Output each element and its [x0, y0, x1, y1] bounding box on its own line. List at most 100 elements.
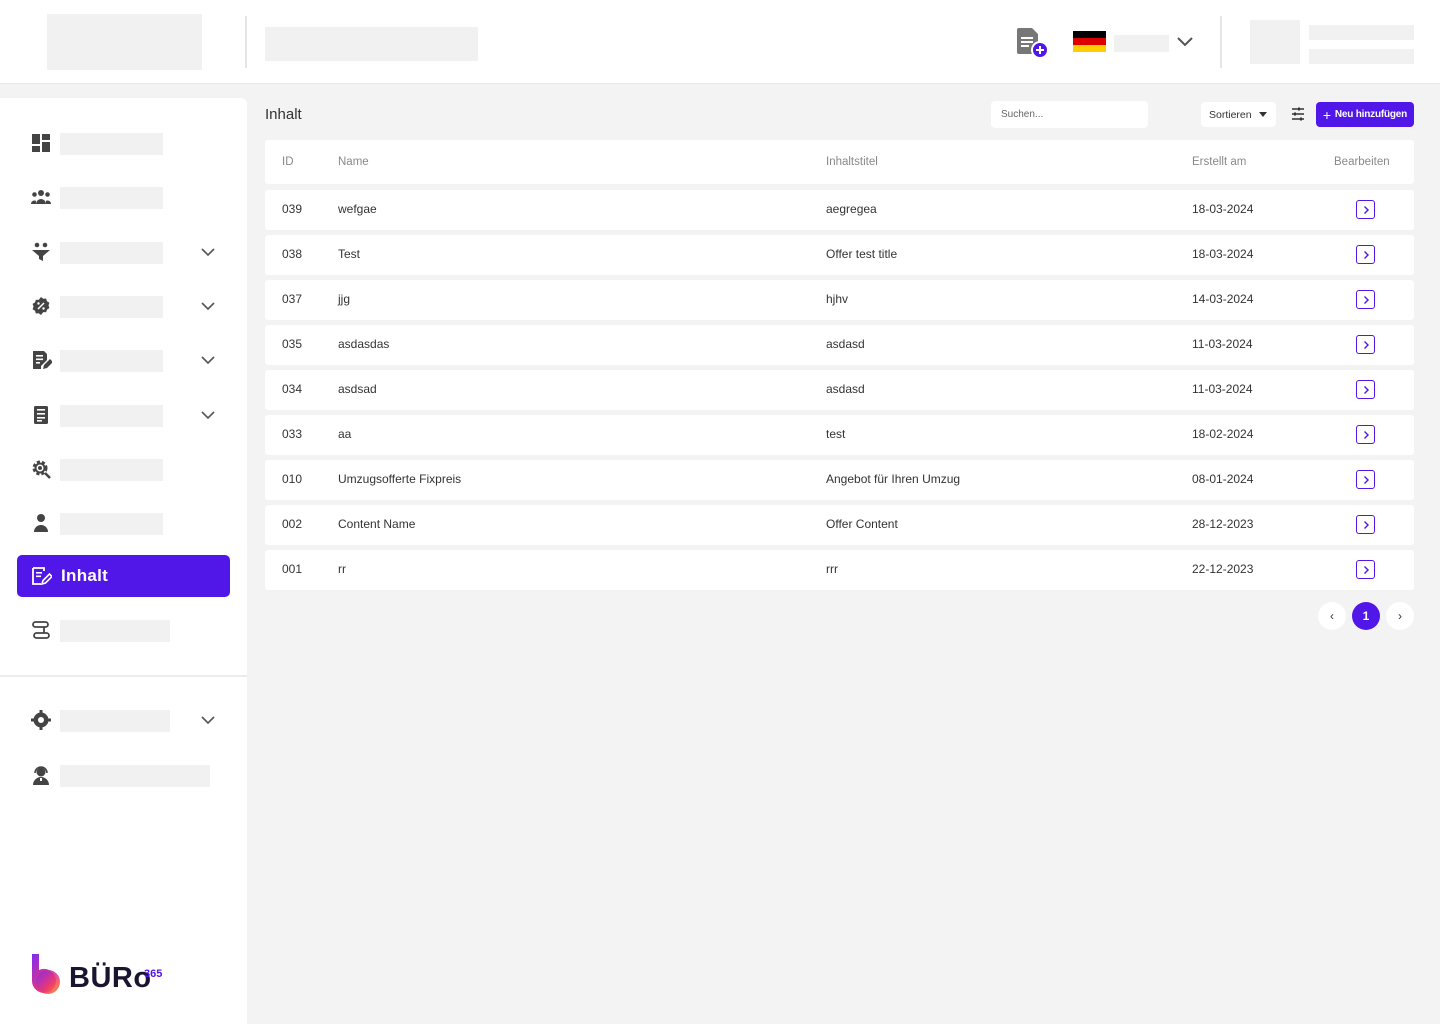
settings-gear-icon — [30, 709, 52, 731]
cell-content-title: rrr — [826, 562, 838, 576]
sidebar-item-users[interactable] — [17, 176, 230, 218]
sidebar: Inhalt BÜRo 365 — [0, 98, 247, 1024]
flag-germany-icon[interactable] — [1073, 31, 1106, 52]
chevron-down-icon[interactable] — [1175, 33, 1195, 51]
funnel-people-icon — [30, 241, 52, 263]
cell-content-title: Offer test title — [826, 247, 898, 261]
header-divider — [245, 16, 247, 68]
table-row: 001 rr rrr 22-12-2023 — [265, 550, 1414, 590]
sidebar-item-routes[interactable] — [17, 609, 230, 651]
sidebar-item-label: Inhalt — [61, 566, 109, 585]
brand-mark-icon — [32, 954, 60, 994]
sidebar-item-profile[interactable] — [17, 502, 230, 544]
edit-chevron-right-icon[interactable] — [1356, 425, 1375, 444]
edit-chevron-right-icon[interactable] — [1356, 200, 1375, 219]
sidebar-item-support[interactable] — [17, 754, 230, 796]
edit-chevron-right-icon[interactable] — [1356, 290, 1375, 309]
cell-content-title: test — [826, 427, 846, 441]
header-divider — [1220, 16, 1222, 68]
cell-name: wefgae — [338, 202, 377, 216]
dashboard-icon — [30, 132, 52, 154]
sort-dropdown[interactable]: Sortieren — [1201, 102, 1276, 127]
edit-chevron-right-icon[interactable] — [1356, 380, 1375, 399]
table-row: 039 wefgae aegregea 18-03-2024 — [265, 190, 1414, 230]
edit-chevron-right-icon[interactable] — [1356, 335, 1375, 354]
brand-superscript: 365 — [144, 968, 163, 980]
sidebar-item-leads[interactable] — [17, 231, 230, 273]
invoice-icon — [30, 404, 52, 426]
cell-content-title: hjhv — [826, 292, 849, 306]
cell-name: Test — [338, 247, 361, 261]
table-row: 038 Test Offer test title 18-03-2024 — [265, 235, 1414, 275]
column-header-created: Erstellt am — [1192, 156, 1247, 168]
sidebar-item-dashboard[interactable] — [17, 122, 230, 164]
edit-chevron-right-icon[interactable] — [1356, 515, 1375, 534]
cell-id: 002 — [282, 517, 303, 531]
pagination-prev-button[interactable]: ‹ — [1318, 602, 1346, 630]
table-row: 033 aa test 18-02-2024 — [265, 415, 1414, 455]
cell-id: 035 — [282, 337, 303, 351]
column-header-id: ID — [282, 156, 294, 168]
sidebar-item-label-placeholder — [60, 710, 170, 732]
filter-sliders-icon[interactable] — [1289, 105, 1307, 123]
header-title-placeholder — [265, 27, 478, 61]
support-agent-icon — [30, 764, 52, 786]
add-new-label: Neu hinzufügen — [1334, 109, 1408, 120]
language-label-placeholder — [1114, 35, 1169, 52]
table-row: 002 Content Name Offer Content 28-12-202… — [265, 505, 1414, 545]
cell-created: 14-03-2024 — [1192, 292, 1254, 306]
sidebar-item-settings[interactable] — [17, 699, 230, 741]
logo-placeholder — [47, 14, 202, 70]
avatar[interactable] — [1250, 20, 1300, 64]
gear-search-icon — [30, 458, 52, 480]
sidebar-item-discounts[interactable] — [17, 285, 230, 327]
sidebar-item-label-placeholder — [60, 513, 163, 535]
chevron-down-icon[interactable] — [199, 243, 217, 261]
sidebar-item-inhalt[interactable]: Inhalt — [17, 555, 230, 597]
sort-label: Sortieren — [1209, 108, 1252, 121]
users-group-icon — [30, 186, 52, 208]
table-header: ID Name Inhaltstitel Erstellt am Bearbei… — [265, 140, 1414, 184]
cell-id: 037 — [282, 292, 303, 306]
column-header-name: Name — [338, 156, 369, 168]
table-row: 035 asdasdas asdasd 11-03-2024 — [265, 325, 1414, 365]
brand-logo: BÜRo 365 — [30, 950, 180, 998]
search-input[interactable] — [991, 101, 1148, 128]
sidebar-divider — [0, 675, 247, 677]
chevron-down-icon[interactable] — [199, 711, 217, 729]
table-row: 034 asdsad asdasd 11-03-2024 — [265, 370, 1414, 410]
cell-content-title: Angebot für Ihren Umzug — [826, 472, 961, 486]
sidebar-item-invoices[interactable] — [17, 394, 230, 436]
route-icon — [30, 619, 52, 641]
sidebar-item-label-placeholder — [60, 620, 170, 642]
cell-name: aa — [338, 427, 352, 441]
cell-created: 22-12-2023 — [1192, 562, 1254, 576]
user-name-placeholder — [1309, 25, 1414, 40]
pagination-page-1[interactable]: 1 — [1352, 602, 1380, 630]
cell-content-title: asdasd — [826, 337, 865, 351]
brand-name: BÜRo — [69, 962, 152, 994]
sidebar-item-label-placeholder — [60, 350, 163, 372]
edit-chevron-right-icon[interactable] — [1356, 560, 1375, 579]
cell-created: 18-03-2024 — [1192, 202, 1254, 216]
add-new-button[interactable]: + Neu hinzufügen — [1316, 102, 1414, 127]
edit-chevron-right-icon[interactable] — [1356, 470, 1375, 489]
chevron-down-icon[interactable] — [199, 297, 217, 315]
cell-id: 034 — [282, 382, 303, 396]
document-add-icon[interactable] — [1014, 26, 1050, 60]
pagination-next-button[interactable]: › — [1386, 602, 1414, 630]
cell-name: asdsad — [338, 382, 377, 396]
sidebar-item-offers[interactable] — [17, 339, 230, 381]
cell-name: asdasdas — [338, 337, 390, 351]
chevron-down-icon[interactable] — [199, 406, 217, 424]
edit-chevron-right-icon[interactable] — [1356, 245, 1375, 264]
sidebar-item-services[interactable] — [17, 448, 230, 490]
cell-id: 039 — [282, 202, 303, 216]
top-header — [0, 0, 1440, 84]
chevron-down-icon[interactable] — [199, 351, 217, 369]
cell-created: 08-01-2024 — [1192, 472, 1254, 486]
sidebar-item-label-placeholder — [60, 459, 163, 481]
cell-id: 038 — [282, 247, 303, 261]
page-title: Inhalt — [265, 106, 302, 123]
document-edit-icon — [30, 565, 54, 587]
